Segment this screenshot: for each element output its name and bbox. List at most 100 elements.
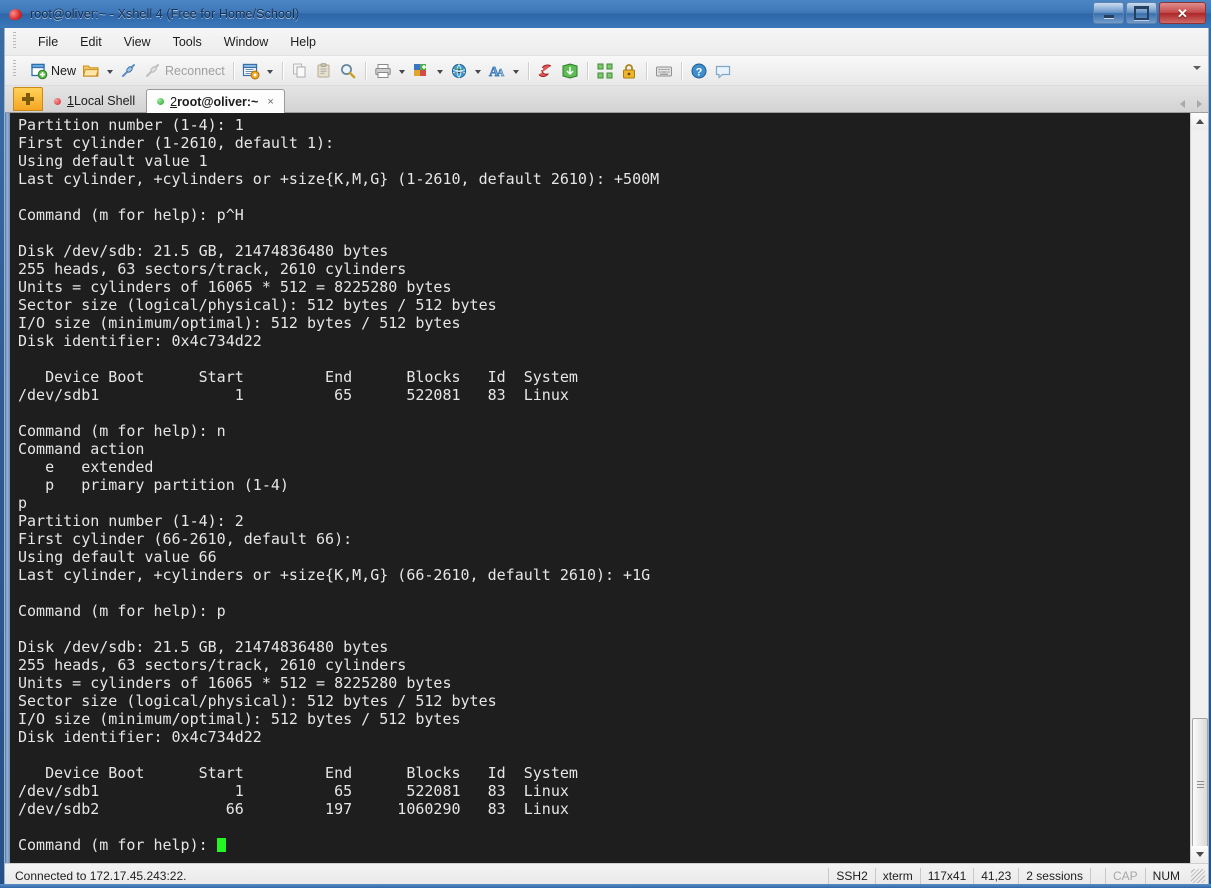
help-icon: ? bbox=[690, 62, 708, 80]
scroll-up-button[interactable] bbox=[1191, 113, 1208, 130]
status-position: 41,23 bbox=[973, 868, 1018, 884]
minimize-button[interactable] bbox=[1093, 2, 1124, 24]
transfer-button[interactable] bbox=[558, 59, 582, 82]
scrollbar-thumb[interactable] bbox=[1192, 718, 1208, 850]
toolbar-grip-icon[interactable] bbox=[13, 60, 16, 78]
tab-bar: 1 Local Shell 2 root@oliver:~ × bbox=[5, 86, 1208, 113]
color-scheme-button[interactable] bbox=[409, 59, 433, 82]
scroll-down-button[interactable] bbox=[1191, 846, 1208, 863]
font-dropdown-icon[interactable] bbox=[512, 69, 519, 74]
menu-window[interactable]: Window bbox=[213, 32, 279, 52]
font-icon: A A bbox=[488, 62, 506, 80]
chevron-down-icon bbox=[1195, 852, 1204, 857]
tab-close-icon[interactable]: × bbox=[267, 96, 273, 108]
terminal-line: Partition number (1-4): 1 bbox=[18, 116, 244, 134]
toolbar: New Reconnect A A ? bbox=[5, 56, 1208, 86]
toolbar-overflow-icon[interactable] bbox=[1193, 66, 1201, 70]
lock-button[interactable] bbox=[617, 59, 641, 82]
prev-tab-arrow-icon[interactable] bbox=[1180, 100, 1185, 108]
print-button[interactable] bbox=[371, 59, 395, 82]
properties-button[interactable] bbox=[239, 59, 263, 82]
find-button[interactable] bbox=[336, 59, 360, 82]
connect-button[interactable] bbox=[117, 59, 141, 82]
menu-grip-icon[interactable] bbox=[13, 32, 16, 50]
menu-tools[interactable]: Tools bbox=[162, 32, 213, 52]
font-button[interactable]: A A bbox=[485, 59, 509, 82]
svg-text:?: ? bbox=[695, 66, 702, 78]
close-button[interactable]: ✕ bbox=[1159, 2, 1206, 24]
open-folder-dropdown-icon[interactable] bbox=[107, 69, 114, 74]
toolbar-separator bbox=[232, 61, 234, 80]
properties-dropdown-icon[interactable] bbox=[266, 69, 273, 74]
feedback-button[interactable] bbox=[711, 59, 735, 82]
terminal-line: Using default value 1 bbox=[18, 152, 208, 170]
tab-status-connected-icon bbox=[157, 98, 165, 105]
menu-file[interactable]: File bbox=[27, 32, 69, 52]
reconnect-label: Reconnect bbox=[165, 63, 225, 78]
menu-bar: File Edit View Tools Window Help bbox=[5, 28, 1208, 56]
lock-icon bbox=[620, 62, 638, 80]
window-title: root@oliver:~ - Xshell 4 (Free for Home/… bbox=[30, 7, 300, 21]
new-session-button[interactable]: New bbox=[27, 59, 79, 82]
session-manager-button[interactable] bbox=[534, 59, 558, 82]
resize-grip-icon[interactable] bbox=[1191, 869, 1205, 883]
fullscreen-icon bbox=[596, 62, 614, 80]
menu-help[interactable]: Help bbox=[279, 32, 327, 52]
client-area: File Edit View Tools Window Help New Rec… bbox=[4, 28, 1209, 888]
transfer-icon bbox=[561, 62, 579, 80]
globe-dropdown-icon[interactable] bbox=[474, 69, 481, 74]
tab-local-shell-number: 1 bbox=[67, 94, 74, 108]
tab-local-shell[interactable]: 1 Local Shell bbox=[43, 89, 146, 112]
terminal-line: p bbox=[18, 494, 28, 512]
toolbar-separator bbox=[281, 61, 283, 80]
new-tab-button[interactable] bbox=[13, 87, 43, 111]
print-dropdown-icon[interactable] bbox=[398, 69, 405, 74]
terminal-line: 255 heads, 63 sectors/track, 2610 cylind… bbox=[18, 656, 407, 674]
session-manager-icon bbox=[537, 62, 555, 80]
terminal-line: Command action bbox=[18, 440, 145, 458]
terminal-scrollbar[interactable] bbox=[1190, 113, 1208, 863]
terminal-output[interactable]: Partition number (1-4): 1 First cylinder … bbox=[10, 113, 1190, 863]
status-caps-lock: CAP bbox=[1104, 868, 1145, 884]
help-button[interactable]: ? bbox=[687, 59, 711, 82]
tab-local-shell-label: Local Shell bbox=[73, 94, 136, 108]
toolbar-separator bbox=[586, 61, 588, 80]
window-bottom-edge bbox=[0, 884, 1211, 888]
terminal-line: /dev/sdb1 1 65 522081 83 Linux bbox=[18, 782, 569, 800]
xshell-window: root@oliver:~ - Xshell 4 (Free for Home/… bbox=[0, 0, 1211, 888]
globe-button[interactable] bbox=[447, 59, 471, 82]
fullscreen-button[interactable] bbox=[593, 59, 617, 82]
terminal-line: Last cylinder, +cylinders or +size{K,M,G… bbox=[18, 566, 651, 584]
toolbar-separator bbox=[645, 61, 647, 80]
open-folder-button[interactable] bbox=[79, 59, 103, 82]
color-scheme-icon bbox=[412, 62, 430, 80]
copy-icon bbox=[291, 62, 309, 80]
tab-root-oliver[interactable]: 2 root@oliver:~ × bbox=[146, 89, 285, 113]
terminal-line: Partition number (1-4): 2 bbox=[18, 512, 244, 530]
maximize-button[interactable] bbox=[1126, 2, 1157, 24]
terminal-line: Command (m for help): p bbox=[18, 602, 226, 620]
xshell-icon bbox=[7, 6, 24, 22]
terminal-line: I/O size (minimum/optimal): 512 bytes / … bbox=[18, 314, 461, 332]
menu-view[interactable]: View bbox=[113, 32, 162, 52]
color-scheme-dropdown-icon[interactable] bbox=[436, 69, 443, 74]
terminal-line: Units = cylinders of 16065 * 512 = 82252… bbox=[18, 674, 452, 692]
terminal-line: e extended bbox=[18, 458, 154, 476]
menu-edit[interactable]: Edit bbox=[69, 32, 113, 52]
terminal-line: Command (m for help): n bbox=[18, 422, 226, 440]
svg-text:A: A bbox=[497, 68, 505, 79]
copy-button bbox=[288, 59, 312, 82]
print-icon bbox=[374, 62, 392, 80]
toolbar-separator bbox=[527, 61, 529, 80]
window-controls: ✕ bbox=[1093, 2, 1206, 24]
terminal-line: First cylinder (66-2610, default 66): bbox=[18, 530, 353, 548]
next-tab-arrow-icon[interactable] bbox=[1197, 100, 1202, 108]
new-session-icon bbox=[30, 62, 48, 80]
terminal-line: Disk /dev/sdb: 21.5 GB, 21474836480 byte… bbox=[18, 638, 389, 656]
keyboard-button[interactable] bbox=[652, 59, 676, 82]
